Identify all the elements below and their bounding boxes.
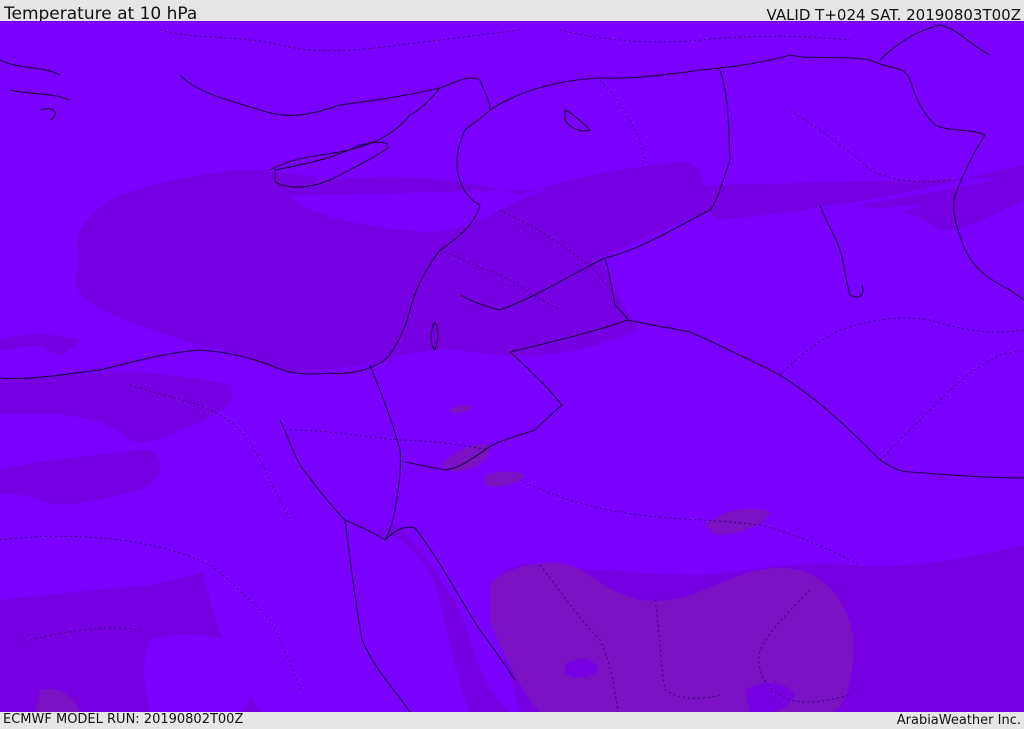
header-bar: Temperature at 10 hPa VALID T+024 SAT. 2… (0, 0, 1024, 24)
footer-bar: ECMWF MODEL RUN: 20190802T00Z ArabiaWeat… (0, 712, 1024, 729)
credit-text: ArabiaWeather Inc. (896, 713, 1021, 728)
map-canvas (0, 21, 1024, 712)
temperature-map[interactable] (0, 21, 1024, 712)
model-run: ECMWF MODEL RUN: 20190802T00Z (3, 712, 244, 727)
